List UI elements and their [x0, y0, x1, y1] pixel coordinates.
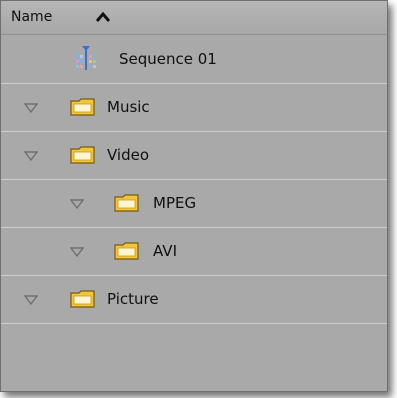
list-item-video[interactable]: Video [1, 131, 387, 180]
expand-triangle-icon[interactable] [70, 199, 84, 209]
folder-icon [70, 290, 95, 308]
list-item-avi[interactable]: AVI [1, 227, 387, 276]
item-label: MPEG [153, 194, 197, 212]
expand-triangle-icon[interactable] [24, 295, 38, 305]
list-item-picture[interactable]: Picture [1, 275, 387, 324]
list-item-mpeg[interactable]: MPEG [1, 179, 387, 228]
expand-triangle-icon[interactable] [24, 103, 38, 113]
folder-icon [114, 194, 139, 212]
expand-triangle-icon[interactable] [24, 151, 38, 161]
item-label: Music [107, 98, 150, 116]
sequence-icon [76, 46, 96, 70]
name-column-header[interactable]: Name [1, 1, 387, 35]
expand-triangle-icon[interactable] [70, 247, 84, 257]
item-label: AVI [153, 242, 177, 260]
project-panel: Name Sequence 01 Music Video MPEG AVI Pi… [0, 0, 388, 392]
item-label: Picture [107, 290, 159, 308]
folder-icon [114, 242, 139, 260]
sort-ascending-icon[interactable] [95, 11, 111, 23]
list-item-music[interactable]: Music [1, 83, 387, 132]
item-label: Video [107, 146, 150, 164]
folder-icon [70, 98, 95, 116]
item-label: Sequence 01 [119, 50, 217, 68]
list-item-sequence-01[interactable]: Sequence 01 [1, 35, 387, 84]
folder-icon [70, 146, 95, 164]
name-column-label: Name [11, 9, 53, 25]
